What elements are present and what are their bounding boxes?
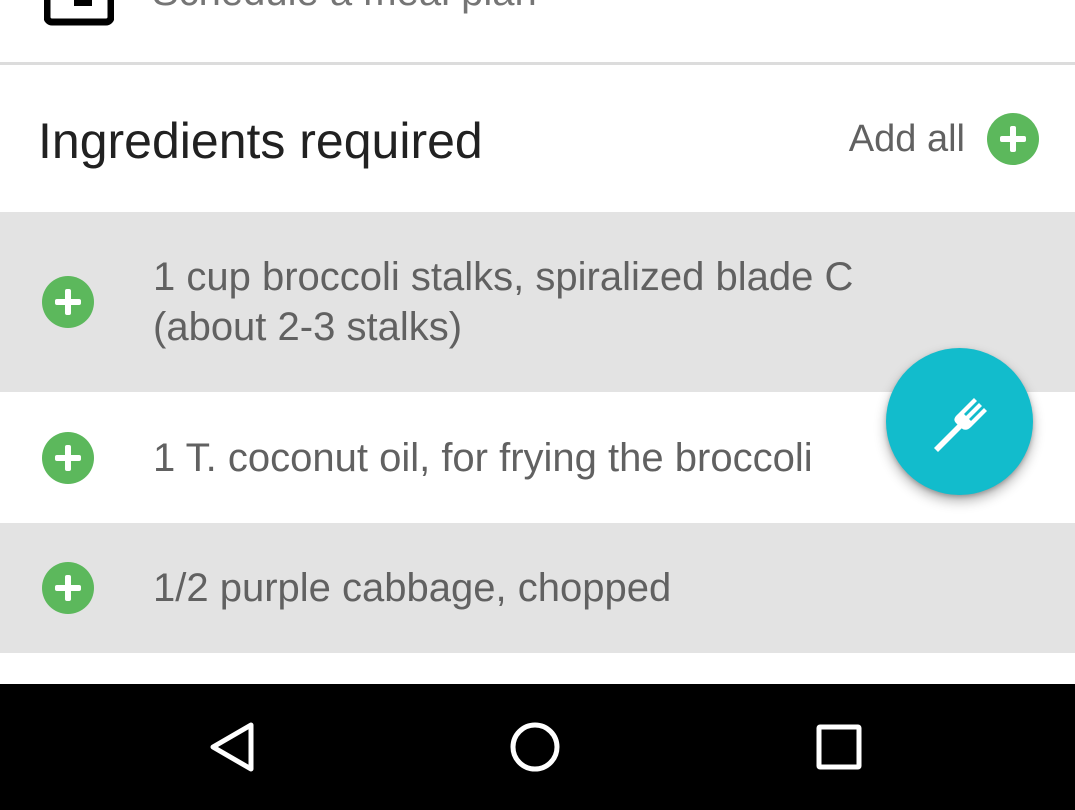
- recipe-screen: Schedule a meal plan Ingredients require…: [0, 0, 1075, 810]
- fab-cook-button[interactable]: [886, 348, 1033, 495]
- schedule-meal-plan-row[interactable]: Schedule a meal plan: [0, 0, 1075, 62]
- ingredient-text: 1 cup broccoli stalks, spiralized blade …: [153, 255, 854, 349]
- ingredients-header: Ingredients required Add all: [0, 65, 1075, 212]
- fork-icon: [934, 398, 987, 452]
- add-ingredient-plus-icon[interactable]: [42, 431, 94, 484]
- add-ingredient-plus-icon[interactable]: [42, 562, 94, 614]
- ingredient-row[interactable]: 1/2 purple cabbage, chopped: [0, 523, 1075, 653]
- add-all-button[interactable]: Add all: [849, 113, 1039, 165]
- plus-circle-icon[interactable]: [987, 113, 1039, 165]
- calendar-icon: [44, 0, 114, 26]
- add-ingredient-plus-icon[interactable]: [42, 276, 94, 328]
- ingredients-title: Ingredients required: [38, 113, 483, 169]
- ingredient-text: 1/2 purple cabbage, chopped: [153, 566, 672, 610]
- recents-square-icon[interactable]: [809, 717, 869, 777]
- schedule-meal-plan-label: Schedule a meal plan: [152, 0, 537, 14]
- add-all-label: Add all: [848, 117, 965, 160]
- navigation-bar: [0, 684, 1075, 810]
- back-triangle-icon[interactable]: [203, 717, 263, 777]
- home-circle-icon[interactable]: [505, 717, 565, 777]
- ingredient-text: 1 T. coconut oil, for frying the broccol…: [153, 435, 813, 480]
